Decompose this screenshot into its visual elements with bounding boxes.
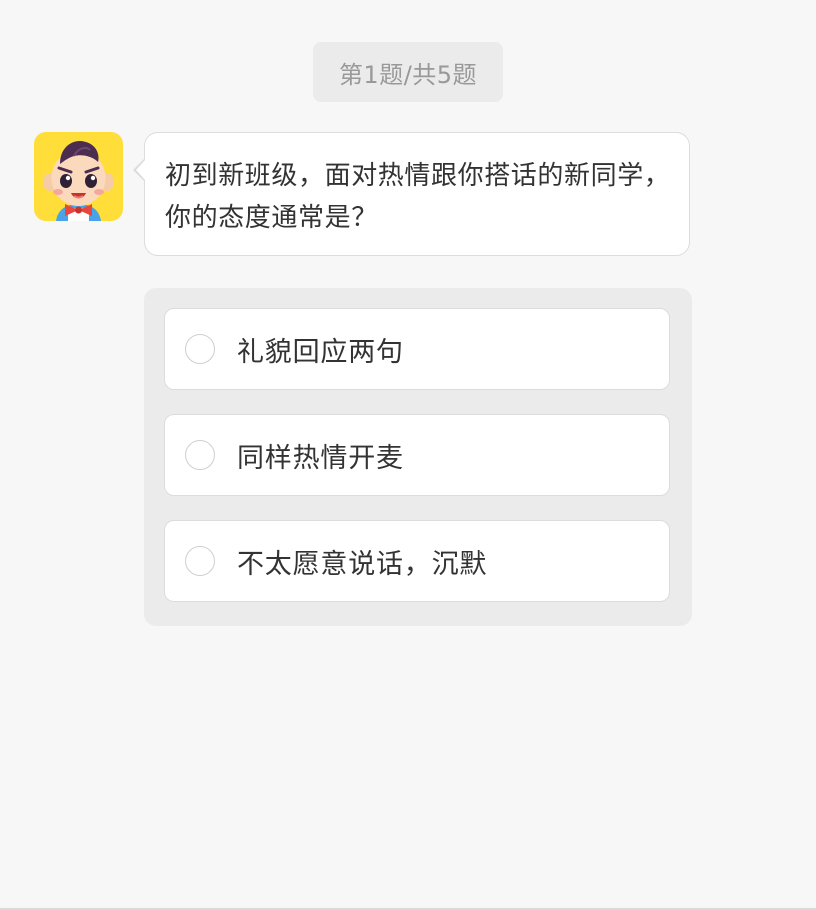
answer-options-panel: 礼貌回应两句 同样热情开麦 不太愿意说话，沉默: [144, 288, 692, 626]
answer-option-label: 不太愿意说话，沉默: [237, 548, 488, 580]
question-progress-badge: 第1题/共5题: [313, 42, 503, 102]
radio-circle-icon[interactable]: [185, 334, 215, 364]
answer-option-label: 礼貌回应两句: [237, 336, 404, 368]
answer-option-1[interactable]: 礼貌回应两句: [164, 308, 670, 390]
answer-option-3[interactable]: 不太愿意说话，沉默: [164, 520, 670, 602]
speech-bubble-tail-fill: [136, 159, 146, 181]
assistant-avatar: [34, 132, 123, 221]
question-text: 初到新班级，面对热情跟你搭话的新同学，你的态度通常是？: [165, 161, 671, 233]
radio-circle-icon[interactable]: [185, 546, 215, 576]
question-bubble: 初到新班级，面对热情跟你搭话的新同学，你的态度通常是？: [144, 132, 690, 256]
cartoon-boy-avatar-icon: [43, 140, 114, 221]
question-progress-label: 第1题/共5题: [338, 60, 478, 89]
answer-option-label: 同样热情开麦: [237, 442, 404, 474]
answer-option-2[interactable]: 同样热情开麦: [164, 414, 670, 496]
radio-circle-icon[interactable]: [185, 440, 215, 470]
